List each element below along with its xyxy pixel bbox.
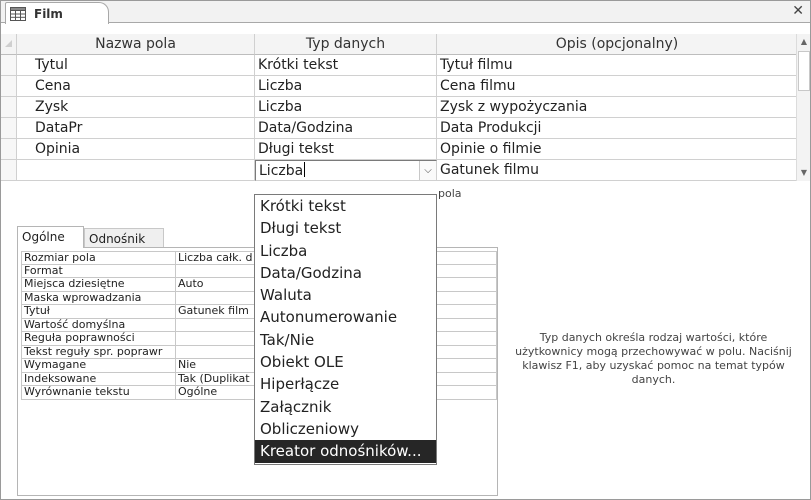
data-type-cell[interactable]: Data/Godzina — [255, 118, 437, 139]
dropdown-option[interactable]: Liczba — [255, 240, 436, 262]
header-data-type[interactable]: Typ danych — [255, 34, 437, 55]
dropdown-option[interactable]: Krótki tekst — [255, 195, 436, 217]
data-type-combo-value: Liczba — [259, 163, 304, 179]
dropdown-option[interactable]: Załącznik — [255, 396, 436, 418]
field-name-cell[interactable]: Opinia — [17, 139, 255, 160]
description-cell[interactable]: Opinie o filmie — [437, 139, 797, 160]
property-name: Wyrównanie tekstu — [21, 386, 176, 400]
property-name: Reguła poprawności — [21, 332, 176, 346]
property-name: Maska wprowadzania — [21, 291, 176, 305]
property-name: Miejsca dziesiętne — [21, 278, 176, 292]
field-grid: Nazwa pola Typ danych Opis (opcjonalny) … — [1, 34, 797, 181]
header-field-name[interactable]: Nazwa pola — [17, 34, 255, 55]
dropdown-option[interactable]: Obliczeniowy — [255, 418, 436, 440]
table-row[interactable]: Opinia Długi tekst Opinie o filmie — [1, 139, 797, 160]
description-cell[interactable]: Data Produkcji — [437, 118, 797, 139]
field-name-cell[interactable]: Tytul — [17, 55, 255, 76]
property-name: Wartość domyślna — [21, 318, 176, 332]
field-properties-caption: pola — [438, 187, 462, 200]
property-name: Tytuł — [21, 305, 176, 319]
tab-label: Film — [34, 6, 63, 21]
dropdown-option[interactable]: Hiperłącze — [255, 373, 436, 395]
select-all-corner[interactable] — [1, 34, 17, 55]
tab-film[interactable]: Film — [5, 2, 109, 24]
dropdown-option[interactable]: Waluta — [255, 284, 436, 306]
description-cell[interactable]: Gatunek filmu — [437, 160, 797, 181]
field-name-cell[interactable]: Zysk — [17, 97, 255, 118]
vertical-scrollbar[interactable]: ▲ ▼ — [796, 34, 810, 181]
scroll-thumb[interactable] — [798, 51, 810, 91]
document-tab-bar: Film ✕ — [1, 1, 810, 24]
property-name: Tekst reguły spr. poprawr — [21, 345, 176, 359]
help-description: Typ danych określa rodzaj wartości, któr… — [515, 331, 792, 386]
table-row[interactable]: Tytul Krótki tekst Tytuł filmu — [1, 55, 797, 76]
data-type-dropdown-list[interactable]: Krótki tekst Długi tekst Liczba Data/God… — [254, 194, 437, 465]
data-type-combo[interactable]: Liczba ⌵ — [255, 160, 437, 181]
dropdown-option[interactable]: Obiekt OLE — [255, 351, 436, 373]
dropdown-option[interactable]: Autonumerowanie — [255, 306, 436, 328]
text-cursor — [304, 162, 306, 177]
header-description[interactable]: Opis (opcjonalny) — [437, 34, 797, 55]
grid-header: Nazwa pola Typ danych Opis (opcjonalny) — [1, 34, 797, 55]
property-name: Wymagane — [21, 359, 176, 373]
data-type-cell[interactable]: Krótki tekst — [255, 55, 437, 76]
property-name: Format — [21, 264, 176, 278]
row-selector[interactable] — [1, 139, 17, 160]
close-icon[interactable]: ✕ — [792, 4, 804, 18]
field-name-cell[interactable] — [17, 160, 255, 181]
data-type-cell[interactable]: Liczba — [255, 76, 437, 97]
table-row[interactable]: Zysk Liczba Zysk z wypożyczania — [1, 97, 797, 118]
dropdown-option[interactable]: Tak/Nie — [255, 329, 436, 351]
field-name-cell[interactable]: DataPr — [17, 118, 255, 139]
dropdown-option[interactable]: Długi tekst — [255, 217, 436, 239]
row-selector[interactable] — [1, 76, 17, 97]
table-design-window: Film ✕ Nazwa pola Typ danych Opis (opcjo… — [0, 0, 811, 500]
table-icon — [10, 6, 26, 21]
tab-general[interactable]: Ogólne — [17, 226, 84, 248]
data-type-cell[interactable]: Długi tekst — [255, 139, 437, 160]
description-cell[interactable]: Cena filmu — [437, 76, 797, 97]
property-name: Indeksowane — [21, 372, 176, 386]
tab-lookup[interactable]: Odnośnik — [84, 228, 164, 248]
dropdown-option-highlighted[interactable]: Kreator odnośników... — [255, 440, 436, 463]
field-name-cell[interactable]: Cena — [17, 76, 255, 97]
data-type-cell[interactable]: Liczba — [255, 97, 437, 118]
description-cell[interactable]: Tytuł filmu — [437, 55, 797, 76]
table-row[interactable]: DataPr Data/Godzina Data Produkcji — [1, 118, 797, 139]
chevron-down-icon[interactable]: ⌵ — [419, 161, 436, 180]
scroll-up-icon[interactable]: ▲ — [798, 35, 810, 49]
row-selector[interactable] — [1, 160, 17, 181]
table-row-active[interactable]: Liczba ⌵ Gatunek filmu — [1, 160, 797, 181]
row-selector[interactable] — [1, 97, 17, 118]
property-name: Rozmiar pola — [21, 251, 176, 265]
row-selector[interactable] — [1, 55, 17, 76]
description-cell[interactable]: Zysk z wypożyczania — [437, 97, 797, 118]
table-row[interactable]: Cena Liczba Cena filmu — [1, 76, 797, 97]
dropdown-option[interactable]: Data/Godzina — [255, 262, 436, 284]
row-selector[interactable] — [1, 118, 17, 139]
scroll-down-icon[interactable]: ▼ — [798, 166, 810, 180]
